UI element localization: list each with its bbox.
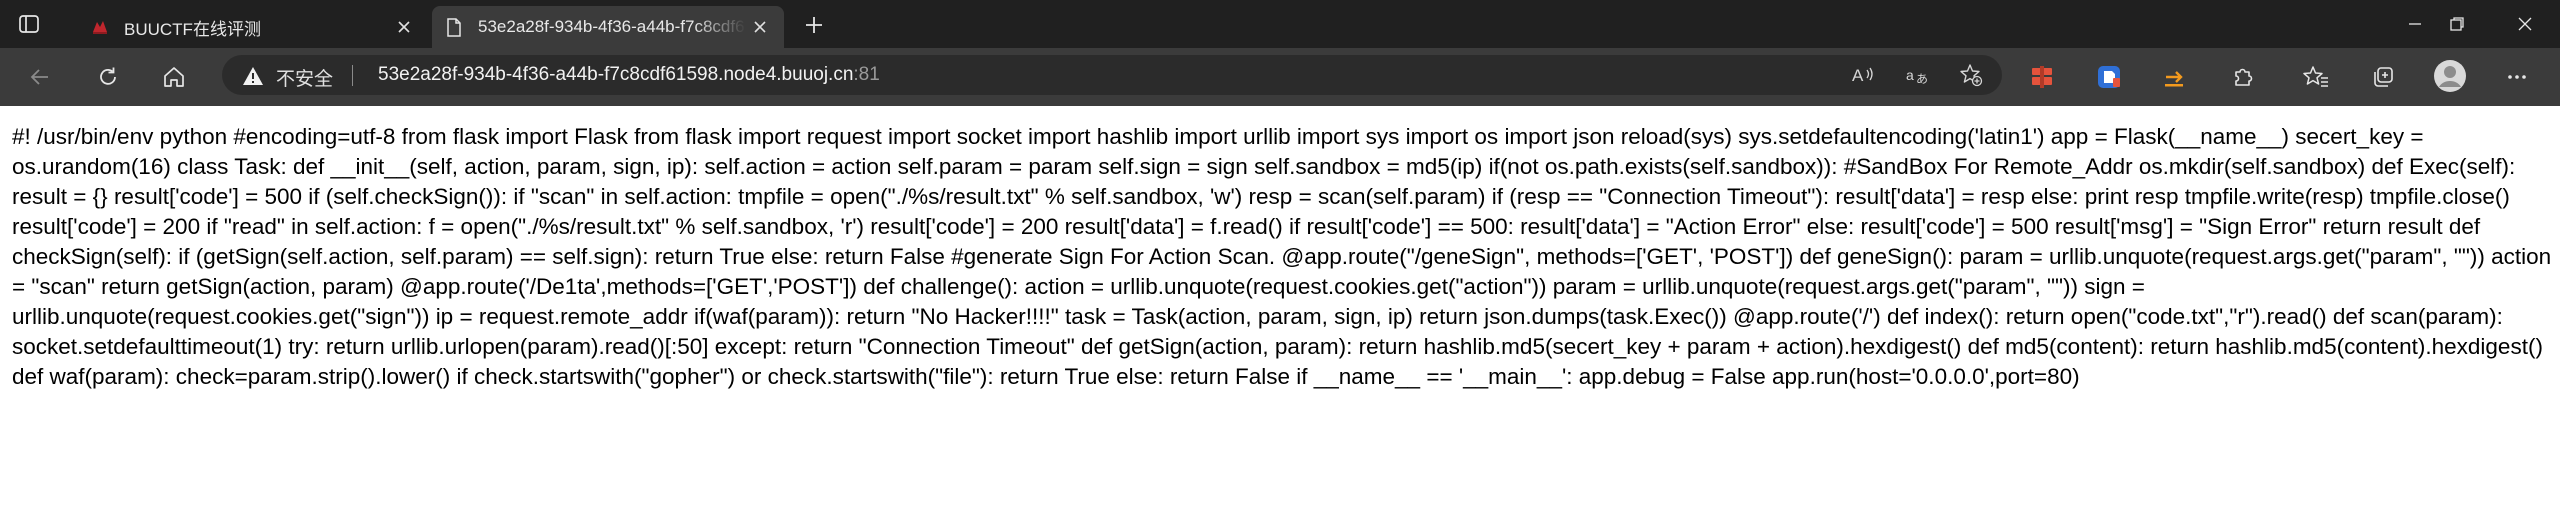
browser-toolbar: 不安全 53e2a28f-934b-4f36-a44b-f7c8cdf61598… [0,48,2560,106]
tab-actions-icon [19,15,39,33]
back-arrow-icon [30,69,48,85]
tab-actions-button[interactable] [14,9,44,39]
puzzle-icon [2235,68,2253,86]
url-text[interactable]: 53e2a28f-934b-4f36-a44b-f7c8cdf61598.nod… [378,64,880,86]
buuctf-logo-icon [90,17,110,37]
extension-blue-button[interactable] [2091,59,2127,95]
extension-blue-icon [2098,66,2120,88]
home-button[interactable] [156,59,192,95]
tab-title: BUUCTF在线评测 [124,19,261,39]
extensions-button[interactable] [2225,59,2261,95]
profile-button[interactable] [2432,58,2468,94]
refresh-icon [100,67,116,85]
tab-strip: BUUCTF在线评测 53e2a28f-934b-4f36-a44b-f7c8c… [0,0,2560,48]
svg-text:A: A [1852,66,1864,85]
page-icon [444,17,464,37]
tab-current-page[interactable]: 53e2a28f-934b-4f36-a44b-f7c8cdf61598.nod… [432,6,784,48]
page-content: #! /usr/bin/env python #encoding=utf-8 f… [0,106,2560,531]
more-icon [2508,75,2526,79]
add-favorite-icon[interactable] [1957,61,1985,89]
address-bar[interactable]: 不安全 53e2a28f-934b-4f36-a44b-f7c8cdf61598… [222,55,2002,95]
read-aloud-icon[interactable]: A [1850,61,1878,89]
url-host: 53e2a28f-934b-4f36-a44b-f7c8cdf61598.nod… [378,64,854,85]
close-tab-icon[interactable] [390,13,418,41]
svg-text:あ: あ [1916,72,1928,86]
extension-orange-button[interactable] [2157,59,2193,95]
svg-text:a: a [1906,67,1914,83]
collections-icon [2374,67,2393,87]
tab-buuctf[interactable]: BUUCTF在线评测 [78,6,428,48]
plus-icon [806,17,822,33]
home-icon [164,67,184,87]
source-code-text: #! /usr/bin/env python #encoding=utf-8 f… [12,124,2552,389]
close-tab-icon[interactable] [746,13,774,41]
translate-icon[interactable]: a あ [1904,61,1932,89]
extension-orange-icon [2165,71,2183,87]
avatar [2434,60,2466,92]
url-port: :81 [853,64,880,85]
extension-red-button[interactable] [2024,59,2060,95]
settings-more-button[interactable] [2499,59,2535,95]
restore-icon [2450,17,2464,31]
restore-button[interactable] [2427,0,2487,48]
minimize-icon [2409,23,2421,25]
warning-icon[interactable] [242,65,264,87]
favorites-icon [2303,66,2328,87]
tab-title: 53e2a28f-934b-4f36-a44b-f7c8cdf61598.nod… [478,17,746,36]
refresh-button[interactable] [90,59,126,95]
favorites-button[interactable] [2298,59,2334,95]
extension-red-icon [2032,66,2052,88]
close-icon [2518,17,2532,31]
new-tab-button[interactable] [798,9,830,41]
collections-button[interactable] [2365,59,2401,95]
back-button[interactable] [22,59,58,95]
close-window-button[interactable] [2495,0,2555,48]
security-status-label[interactable]: 不安全 [276,64,333,91]
address-divider [352,65,353,86]
